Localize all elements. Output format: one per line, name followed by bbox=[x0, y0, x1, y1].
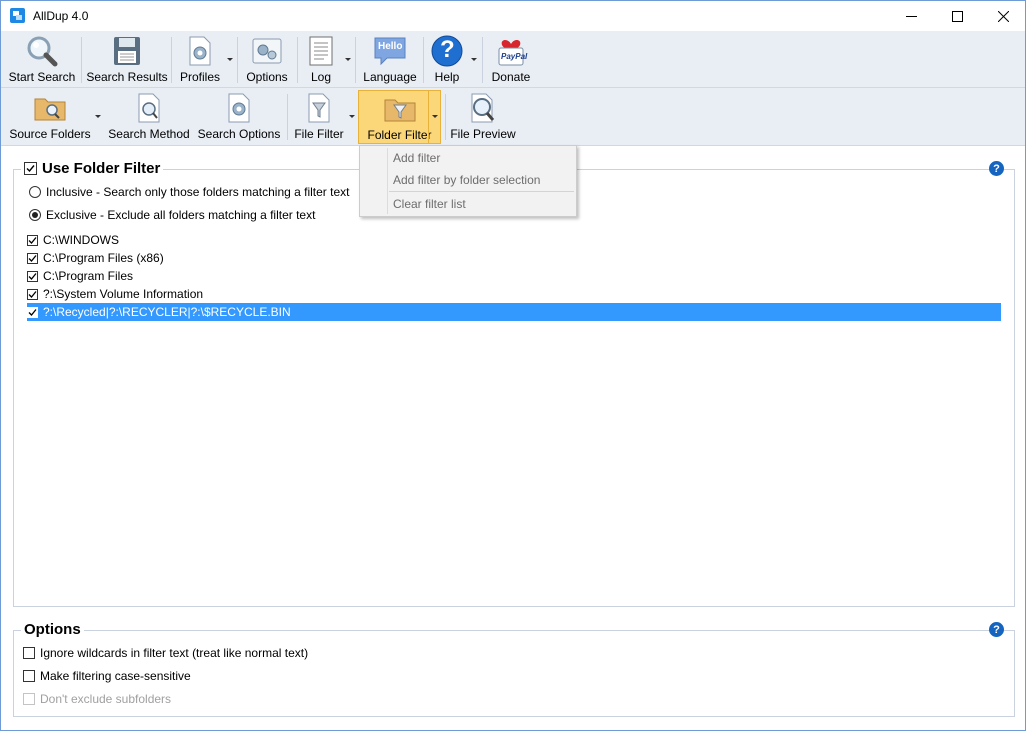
profile-gear-icon bbox=[189, 36, 211, 66]
filter-checkbox[interactable] bbox=[27, 234, 38, 246]
use-folder-filter-checkbox[interactable] bbox=[24, 162, 37, 175]
paypal-heart-icon bbox=[498, 39, 524, 66]
filter-checkbox[interactable] bbox=[27, 288, 38, 300]
language-bubble-text: Hello bbox=[378, 41, 403, 52]
case-sensitive-option[interactable]: Make filtering case-sensitive bbox=[23, 669, 191, 683]
log-document-icon bbox=[309, 36, 333, 66]
paypal-text: PayPal bbox=[501, 52, 528, 61]
window-title: AllDup 4.0 bbox=[33, 9, 89, 23]
section-toolbar: Source Folders Search Method Search Opti… bbox=[1, 88, 1025, 146]
main-toolbar: Start Search Search Results Profiles Opt… bbox=[1, 31, 1025, 88]
title-bar[interactable]: AllDup 4.0 bbox=[1, 1, 1025, 31]
file-preview-button[interactable]: File Preview bbox=[450, 90, 516, 142]
document-gear-icon bbox=[228, 93, 250, 123]
profiles-button[interactable]: Profiles bbox=[175, 33, 225, 85]
dont-exclude-subfolders-checkbox bbox=[23, 693, 35, 705]
app-icon bbox=[10, 8, 25, 23]
menu-item-clear-filter-list[interactable]: Clear filter list bbox=[360, 193, 576, 214]
menu-item-add-filter[interactable]: Add filter bbox=[360, 147, 576, 168]
funnel-folder-icon bbox=[384, 99, 415, 122]
menu-item-add-filter-by-folder[interactable]: Add filter by folder selection bbox=[360, 169, 576, 190]
ignore-wildcards-option[interactable]: Ignore wildcards in filter text (treat l… bbox=[23, 646, 308, 660]
start-search-button[interactable]: Start Search bbox=[7, 33, 77, 85]
close-icon bbox=[997, 10, 1009, 22]
file-filter-dropdown-arrow[interactable] bbox=[349, 115, 355, 118]
language-button[interactable]: Hello Language bbox=[361, 33, 419, 85]
options-button[interactable]: Options bbox=[242, 33, 292, 85]
folder-filter-title: Use Folder Filter bbox=[42, 160, 161, 177]
folder-filter-dropdown-arrow[interactable] bbox=[432, 115, 438, 118]
options-title: Options bbox=[21, 621, 84, 638]
dont-exclude-subfolders-option: Don't exclude subfolders bbox=[23, 692, 171, 706]
use-folder-filter-toggle[interactable]: Use Folder Filter bbox=[21, 160, 164, 177]
search-method-button[interactable]: Search Method bbox=[107, 90, 191, 142]
filter-checkbox[interactable] bbox=[27, 252, 38, 264]
maximize-icon bbox=[951, 10, 963, 22]
app-window: AllDup 4.0 Start Search Search Results P… bbox=[0, 0, 1026, 731]
inclusive-mode-option[interactable]: Inclusive - Search only those folders ma… bbox=[29, 185, 349, 199]
folder-filter-help-icon[interactable]: ? bbox=[989, 161, 1004, 176]
funnel-document-icon bbox=[308, 93, 330, 123]
filter-list-item[interactable]: C:\WINDOWS bbox=[27, 231, 1001, 249]
filter-list-item[interactable]: C:\Program Files (x86) bbox=[27, 249, 1001, 267]
donate-button[interactable]: PayPal Donate bbox=[488, 33, 534, 85]
source-folders-button[interactable]: Source Folders bbox=[7, 90, 93, 142]
magnifier-icon bbox=[27, 36, 58, 67]
exclusive-radio[interactable] bbox=[29, 209, 41, 221]
filter-list-item[interactable]: C:\Program Files bbox=[27, 267, 1001, 285]
log-dropdown-arrow[interactable] bbox=[345, 58, 351, 61]
inclusive-radio[interactable] bbox=[29, 186, 41, 198]
help-icon-glyph: ? bbox=[440, 36, 455, 63]
filter-list-item-selected[interactable]: ?:\Recycled|?:\RECYCLER|?:\$RECYCLE.BIN bbox=[27, 303, 1001, 321]
filter-checkbox[interactable] bbox=[27, 306, 38, 318]
folder-filter-menu: Add filter Add filter by folder selectio… bbox=[359, 145, 577, 217]
close-button[interactable] bbox=[980, 1, 1025, 31]
source-folders-dropdown-arrow[interactable] bbox=[95, 115, 101, 118]
help-button[interactable]: ? Help bbox=[428, 33, 466, 85]
floppy-disk-icon bbox=[114, 37, 140, 65]
log-button[interactable]: Log bbox=[302, 33, 340, 85]
minimize-button[interactable] bbox=[888, 1, 934, 31]
case-sensitive-checkbox[interactable] bbox=[23, 670, 35, 682]
search-results-button[interactable]: Search Results bbox=[86, 33, 168, 85]
search-options-button[interactable]: Search Options bbox=[197, 90, 281, 142]
preview-magnifier-icon bbox=[471, 93, 495, 123]
document-magnifier-icon bbox=[138, 93, 160, 123]
gears-icon bbox=[252, 38, 282, 64]
exclusive-mode-option[interactable]: Exclusive - Exclude all folders matching… bbox=[29, 208, 315, 222]
maximize-button[interactable] bbox=[934, 1, 980, 31]
options-help-icon[interactable]: ? bbox=[989, 622, 1004, 637]
file-filter-button[interactable]: File Filter bbox=[293, 90, 345, 142]
folder-magnifier-icon bbox=[34, 98, 66, 121]
ignore-wildcards-checkbox[interactable] bbox=[23, 647, 35, 659]
help-dropdown-arrow[interactable] bbox=[471, 58, 477, 61]
filter-checkbox[interactable] bbox=[27, 270, 38, 282]
minimize-icon bbox=[905, 15, 917, 17]
filter-list-item[interactable]: ?:\System Volume Information bbox=[27, 285, 1001, 303]
checkmark-icon bbox=[26, 165, 35, 173]
profiles-dropdown-arrow[interactable] bbox=[227, 58, 233, 61]
